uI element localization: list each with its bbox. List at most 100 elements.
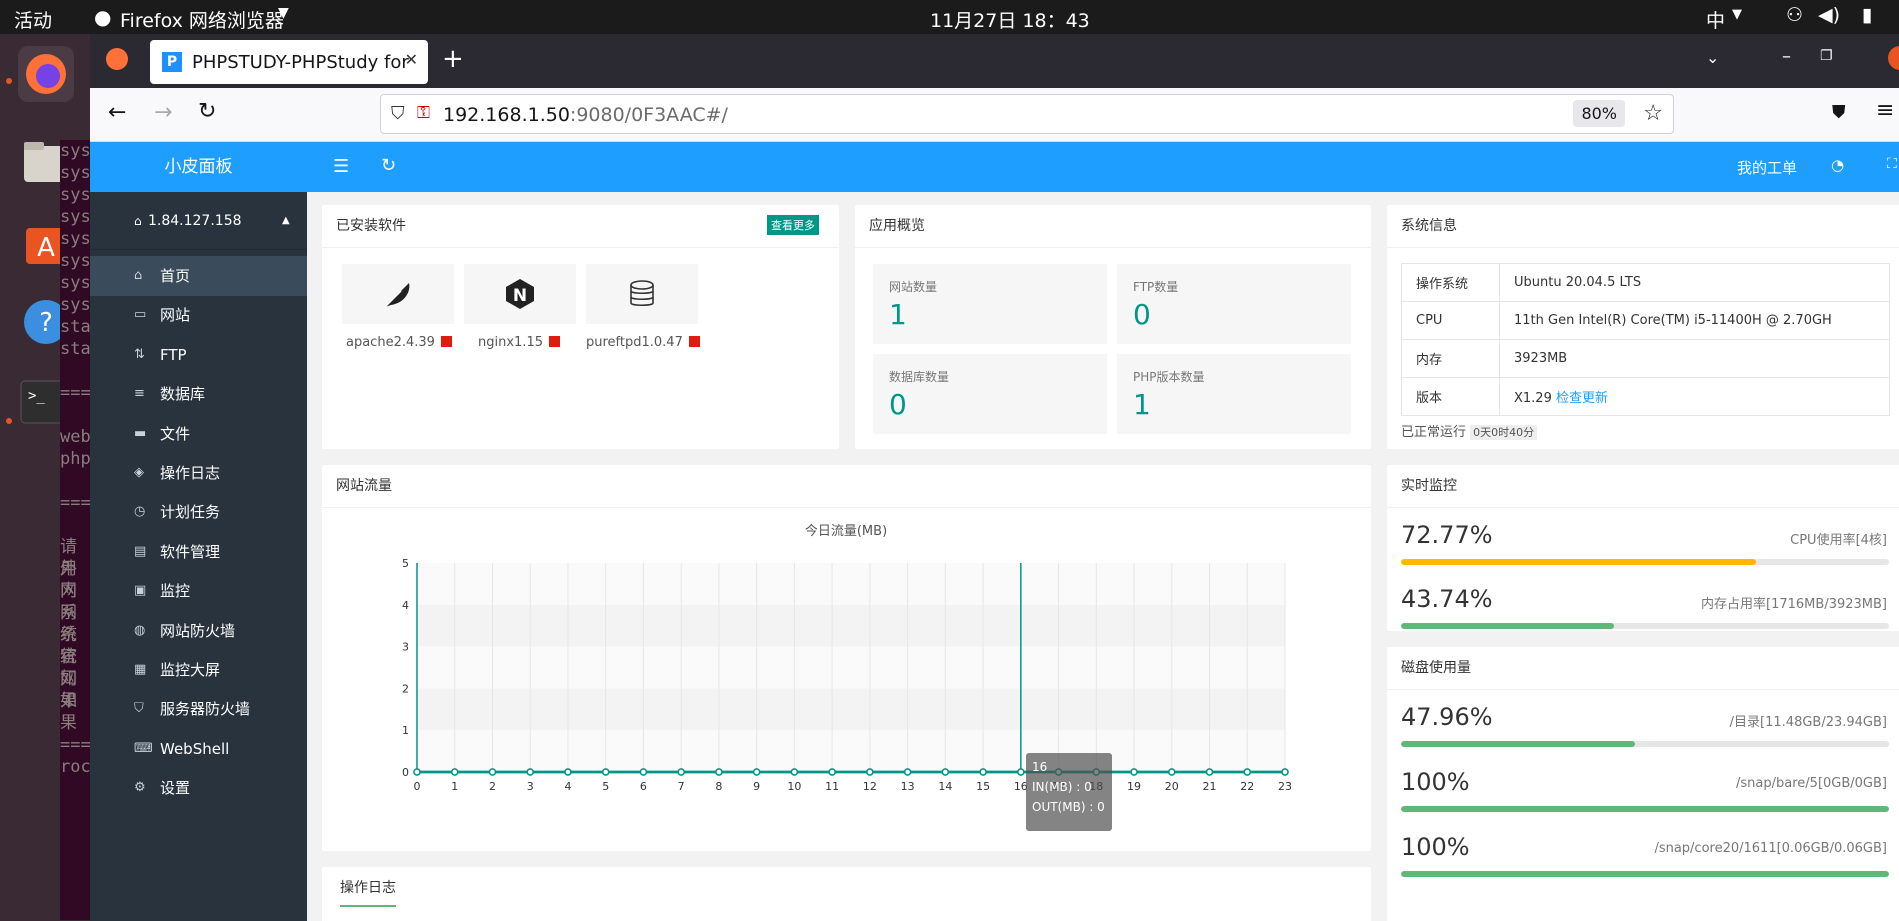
sidebar-item-8[interactable]: ▣ 监控	[90, 571, 307, 611]
firefox-view-icon[interactable]	[106, 48, 128, 70]
sidebar-item-0[interactable]: ⌂ 首页	[90, 256, 307, 296]
terminal-line: 如果	[60, 669, 77, 711]
sidebar-item-7[interactable]: ▤ 软件管理	[90, 532, 307, 572]
terminal-line: ===	[60, 383, 91, 403]
row-value: 3923MB	[1499, 339, 1890, 378]
back-icon[interactable]: ←	[108, 100, 126, 125]
sidebar-item-label: 监控	[160, 582, 191, 601]
zoom-level[interactable]: 80%	[1573, 100, 1625, 127]
terminal-line: sys	[60, 141, 91, 161]
traffic-card: 网站流量 今日流量(MB) 01234567891011121314151617…	[322, 465, 1371, 851]
host-selector[interactable]: ⌂ 1.84.127.158 ▲	[90, 192, 307, 250]
y-tick-label: 5	[402, 557, 409, 570]
refresh-icon[interactable]: ↻	[381, 155, 396, 176]
disk-usage-bar	[1401, 871, 1889, 877]
x-tick-label: 7	[678, 780, 685, 793]
app-menu-icon[interactable]: ≡	[1876, 98, 1894, 123]
new-tab-icon[interactable]: +	[442, 44, 464, 74]
reload-icon[interactable]: ↻	[198, 99, 216, 124]
url-bar[interactable]: ⛉ ⚿ 192.168.1.50:9080/0F3AAC#/ 80% ☆	[380, 94, 1674, 134]
software-label: pureftpd1.0.47	[586, 335, 700, 350]
disk-usage-bar	[1401, 806, 1889, 812]
chart-band	[417, 730, 1285, 772]
brand-title[interactable]: 小皮面板	[90, 142, 307, 192]
uptime-value: 0天0时40分	[1470, 425, 1538, 440]
software-tile[interactable]: N	[464, 264, 576, 324]
sidebar-item-11[interactable]: ⛉ 服务器防火墙	[90, 689, 307, 729]
menu-toggle-icon[interactable]: ☰	[333, 156, 349, 177]
terminal-line: 系统	[60, 625, 77, 667]
app-menu[interactable]: Firefox 网络浏览器	[120, 6, 284, 33]
clock[interactable]: 11月27日 18：43	[930, 6, 1090, 33]
shield-icon: ⛉	[134, 701, 144, 717]
close-tab-icon[interactable]: ✕	[405, 50, 418, 69]
sidebar-item-2[interactable]: ⇅ FTP	[90, 335, 307, 375]
forward-icon[interactable]: →	[154, 100, 172, 125]
stat-databases[interactable]: 数据库数量 0	[873, 354, 1107, 434]
tracking-shield-icon[interactable]: ⛉	[391, 103, 405, 124]
battery-icon[interactable]: ▮	[1862, 4, 1872, 26]
view-more-button[interactable]: 查看更多	[767, 215, 819, 235]
input-method-arrow-icon[interactable]: ▼	[1732, 7, 1742, 22]
folder-icon: ▬	[134, 425, 147, 441]
tab-operation-log[interactable]: 操作日志	[340, 877, 396, 907]
cpu-usage-label: CPU使用率[4核]	[1790, 533, 1887, 548]
network-icon[interactable]: ⚇	[1786, 4, 1803, 26]
sidebar-item-3[interactable]: ≡ 数据库	[90, 374, 307, 414]
input-method[interactable]: 中	[1706, 6, 1725, 33]
bookmark-star-icon[interactable]: ☆	[1643, 101, 1663, 126]
data-point	[866, 768, 874, 776]
stopped-indicator[interactable]	[688, 336, 700, 347]
uptime: 已正常运行 0天0时40分	[1401, 421, 1538, 440]
stat-php-versions[interactable]: PHP版本数量 1	[1117, 354, 1351, 434]
minimize-icon[interactable]: –	[1782, 46, 1791, 67]
system-info-table: 操作系统 Ubuntu 20.04.5 LTS CPU 11th Gen Intel…	[1401, 263, 1890, 416]
sidebar-item-12[interactable]: ⌨ WebShell	[90, 729, 307, 769]
caret-up-icon[interactable]: ▲	[282, 192, 290, 250]
sidebar-item-10[interactable]: ▦ 监控大屏	[90, 650, 307, 690]
gear-icon: ⚙	[134, 780, 146, 796]
check-update-link[interactable]: 检查更新	[1556, 391, 1608, 406]
stopped-indicator[interactable]	[440, 336, 452, 347]
activities-button[interactable]: 活动	[14, 6, 52, 33]
software-tile[interactable]	[342, 264, 454, 324]
stat-websites[interactable]: 网站数量 1	[873, 264, 1107, 344]
theme-icon[interactable]: ◔	[1831, 156, 1844, 174]
sidebar-item-9[interactable]: ◍ 网站防火墙	[90, 611, 307, 651]
nav-bar: ← → ↻ ⛉ ⚿ 192.168.1.50:9080/0F3AAC#/ 80%…	[90, 88, 1899, 142]
fullscreen-icon[interactable]: ⛶	[1887, 156, 1897, 172]
firefox-dock-icon[interactable]	[18, 46, 74, 102]
data-point	[828, 768, 836, 776]
stat-label: 数据库数量	[889, 370, 950, 384]
sidebar-item-label: 网站防火墙	[160, 621, 236, 640]
divider	[1387, 247, 1899, 248]
x-tick-label: 9	[753, 780, 760, 793]
sidebar-item-1[interactable]: ▭ 网站	[90, 295, 307, 335]
realtime-monitor-card: 实时监控 72.77% CPU使用率[4核] 43.74% 内存占用率[1716…	[1387, 465, 1899, 631]
sidebar-item-13[interactable]: ⚙ 设置	[90, 768, 307, 808]
sidebar-item-4[interactable]: ▬ 文件	[90, 414, 307, 454]
sidebar-item-6[interactable]: ◷ 计划任务	[90, 492, 307, 532]
pocket-icon[interactable]: ⛊	[1832, 102, 1846, 123]
sidebar-item-5[interactable]: ◈ 操作日志	[90, 453, 307, 493]
terminal-line: sys	[60, 185, 91, 205]
maximize-icon[interactable]: ❐	[1820, 48, 1833, 64]
volume-icon[interactable]: ◀)	[1818, 4, 1840, 26]
memory-usage-fill	[1401, 623, 1615, 629]
url-text[interactable]: 192.168.1.50:9080/0F3AAC#/	[443, 104, 728, 126]
software-tile[interactable]	[586, 264, 698, 324]
stopped-indicator[interactable]	[548, 336, 560, 347]
close-window-icon[interactable]	[1888, 46, 1899, 70]
my-tickets-link[interactable]: 我的工单	[1737, 157, 1797, 178]
tab-phpstudy[interactable]: P PHPSTUDY-PHPStudy for ✕	[150, 40, 428, 84]
insecure-lock-icon[interactable]: ⚿	[417, 103, 430, 123]
software-icon: ▤	[134, 543, 147, 559]
data-point	[564, 768, 572, 776]
memory-usage-label: 内存占用率[1716MB/3923MB]	[1701, 597, 1887, 612]
svg-text:?: ?	[39, 308, 53, 338]
top-header: ☰ ↻ 我的工单 ◔ ⛶ admin	[307, 142, 1899, 192]
app-menu-arrow-icon[interactable]: ▼	[278, 5, 289, 21]
stat-ftp[interactable]: FTP数量 0	[1117, 264, 1351, 344]
tab-list-icon[interactable]: ⌄	[1706, 48, 1719, 67]
